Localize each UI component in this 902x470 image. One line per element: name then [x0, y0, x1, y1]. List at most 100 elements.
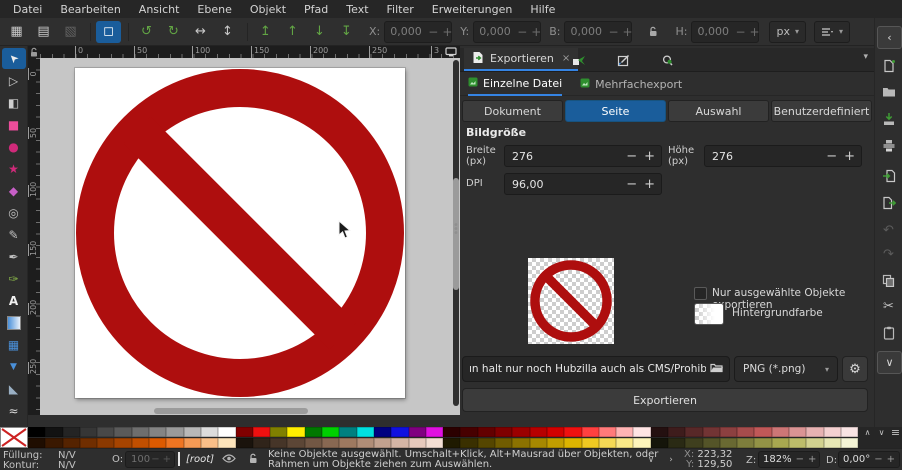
palette-swatch[interactable] [737, 438, 754, 448]
opacity-spinner[interactable]: −+ [151, 455, 174, 465]
palette-swatch[interactable] [270, 427, 287, 437]
palette-swatch[interactable] [720, 438, 737, 448]
new-document-icon[interactable] [877, 55, 900, 76]
palette-swatch[interactable] [616, 427, 633, 437]
save-document-icon[interactable] [877, 108, 900, 129]
palette-swatch[interactable] [582, 427, 599, 437]
rectangle-tool[interactable]: ■ [2, 114, 26, 135]
dropper-tool[interactable]: ▼ [2, 356, 26, 377]
x-field-value[interactable] [385, 25, 428, 38]
palette-swatch[interactable] [184, 438, 201, 448]
palette-swatch[interactable] [668, 427, 685, 437]
b-field-spinner[interactable]: −+ [608, 26, 636, 38]
palette-swatch[interactable] [374, 438, 391, 448]
plus-icon[interactable]: + [163, 455, 171, 465]
shape-builder-tool[interactable]: ◧ [2, 92, 26, 113]
palette-swatch[interactable] [166, 427, 183, 437]
filename-input[interactable] [463, 363, 710, 375]
no-color-swatch[interactable] [0, 427, 28, 448]
transform-dialog-icon[interactable] [568, 51, 590, 69]
palette-swatch[interactable] [668, 438, 685, 448]
minus-icon[interactable]: − [428, 26, 438, 38]
palette-swatch[interactable] [633, 438, 650, 448]
palette-swatch[interactable] [789, 427, 806, 437]
palette-swatch[interactable] [651, 438, 668, 448]
horizontal-scrollbar-thumb[interactable] [154, 408, 308, 414]
palette-swatch[interactable] [391, 438, 408, 448]
text-tool[interactable]: A [2, 290, 26, 311]
paste-icon[interactable] [877, 322, 900, 343]
palette-swatch[interactable] [114, 438, 131, 448]
selector-tool[interactable]: ➤ [2, 48, 26, 69]
ellipse-tool[interactable]: ● [2, 136, 26, 157]
palette-swatch[interactable] [218, 438, 235, 448]
y-field-spinner[interactable]: −+ [517, 26, 545, 38]
collapse-panel-icon[interactable]: ‹ [877, 26, 902, 49]
palette-swatch[interactable] [703, 438, 720, 448]
palette-swatch[interactable] [149, 438, 166, 448]
export-button[interactable]: Exportieren [462, 388, 868, 412]
minus-icon[interactable]: − [735, 26, 745, 38]
palette-swatch[interactable] [806, 427, 823, 437]
palette-swatch[interactable] [633, 427, 650, 437]
palette-swatch[interactable] [720, 427, 737, 437]
vertical-ruler[interactable]: 050100150200250 [28, 58, 40, 415]
palette-swatch[interactable] [28, 438, 45, 448]
palette-swatch[interactable] [218, 427, 235, 437]
palette-swatch[interactable] [530, 427, 547, 437]
palette-swatch[interactable] [841, 427, 858, 437]
h-field-input[interactable]: −+ [691, 21, 759, 43]
palette-swatch[interactable] [287, 438, 304, 448]
palette-swatch[interactable] [253, 427, 270, 437]
width-input[interactable]: −+ [504, 145, 662, 167]
palette-swatch[interactable] [443, 438, 460, 448]
status-expand-icon[interactable]: › [664, 451, 678, 468]
export-icon[interactable] [877, 192, 900, 213]
display-mode-icon[interactable] [445, 47, 457, 58]
palette-swatch[interactable] [80, 427, 97, 437]
palette-swatch[interactable] [322, 438, 339, 448]
node-tool[interactable]: ▷ [2, 70, 26, 91]
h-field-value[interactable] [692, 25, 735, 38]
plus-icon[interactable]: + [808, 455, 816, 465]
find-replace-dialog-icon[interactable] [656, 51, 678, 69]
menu-hilfe[interactable]: Hilfe [521, 1, 564, 18]
fill-stroke-dialog-icon[interactable] [612, 51, 634, 69]
palette-swatch[interactable] [253, 438, 270, 448]
select-all-icon[interactable]: ▦ [4, 21, 29, 43]
palette-swatch[interactable] [409, 427, 426, 437]
flip-vertical-icon[interactable]: ↕ [215, 21, 240, 43]
palette-swatch[interactable] [236, 427, 253, 437]
tab-exportieren[interactable]: Exportieren × [464, 48, 578, 71]
palette-menu-icon[interactable]: ≡ [889, 427, 902, 438]
palette-swatch[interactable] [28, 427, 45, 437]
palette-swatch[interactable] [166, 438, 183, 448]
import-icon[interactable] [877, 165, 900, 186]
menu-objekt[interactable]: Objekt [241, 1, 295, 18]
palette-swatch[interactable] [841, 438, 858, 448]
palette-swatch[interactable] [287, 427, 304, 437]
plus-icon[interactable]: + [644, 178, 655, 191]
palette-swatch[interactable] [495, 438, 512, 448]
palette-swatch[interactable] [737, 427, 754, 437]
minus-icon[interactable]: − [626, 178, 637, 191]
palette-swatch[interactable] [426, 438, 443, 448]
plus-icon[interactable]: + [644, 150, 655, 163]
area-button-benutzerdefiniert[interactable]: Benutzerdefiniert [771, 100, 872, 122]
selected-only-checkbox[interactable] [694, 287, 707, 300]
cut-icon[interactable]: ✂ [877, 296, 900, 317]
menu-text[interactable]: Text [337, 1, 377, 18]
palette-swatch[interactable] [97, 427, 114, 437]
palette-swatch[interactable] [547, 438, 564, 448]
menu-erweiterungen[interactable]: Erweiterungen [423, 1, 522, 18]
palette-swatch[interactable] [478, 427, 495, 437]
palette-swatch[interactable] [754, 438, 771, 448]
plus-icon[interactable]: + [442, 26, 452, 38]
prohibition-sign-drawing[interactable] [75, 68, 405, 398]
mesh-gradient-tool[interactable]: ▦ [2, 334, 26, 355]
palette-swatch[interactable] [114, 427, 131, 437]
palette-swatch[interactable] [495, 427, 512, 437]
palette-swatch[interactable] [651, 427, 668, 437]
b-field-value[interactable] [565, 25, 608, 38]
format-dropdown[interactable]: PNG (*.png) ▾ [734, 356, 838, 382]
